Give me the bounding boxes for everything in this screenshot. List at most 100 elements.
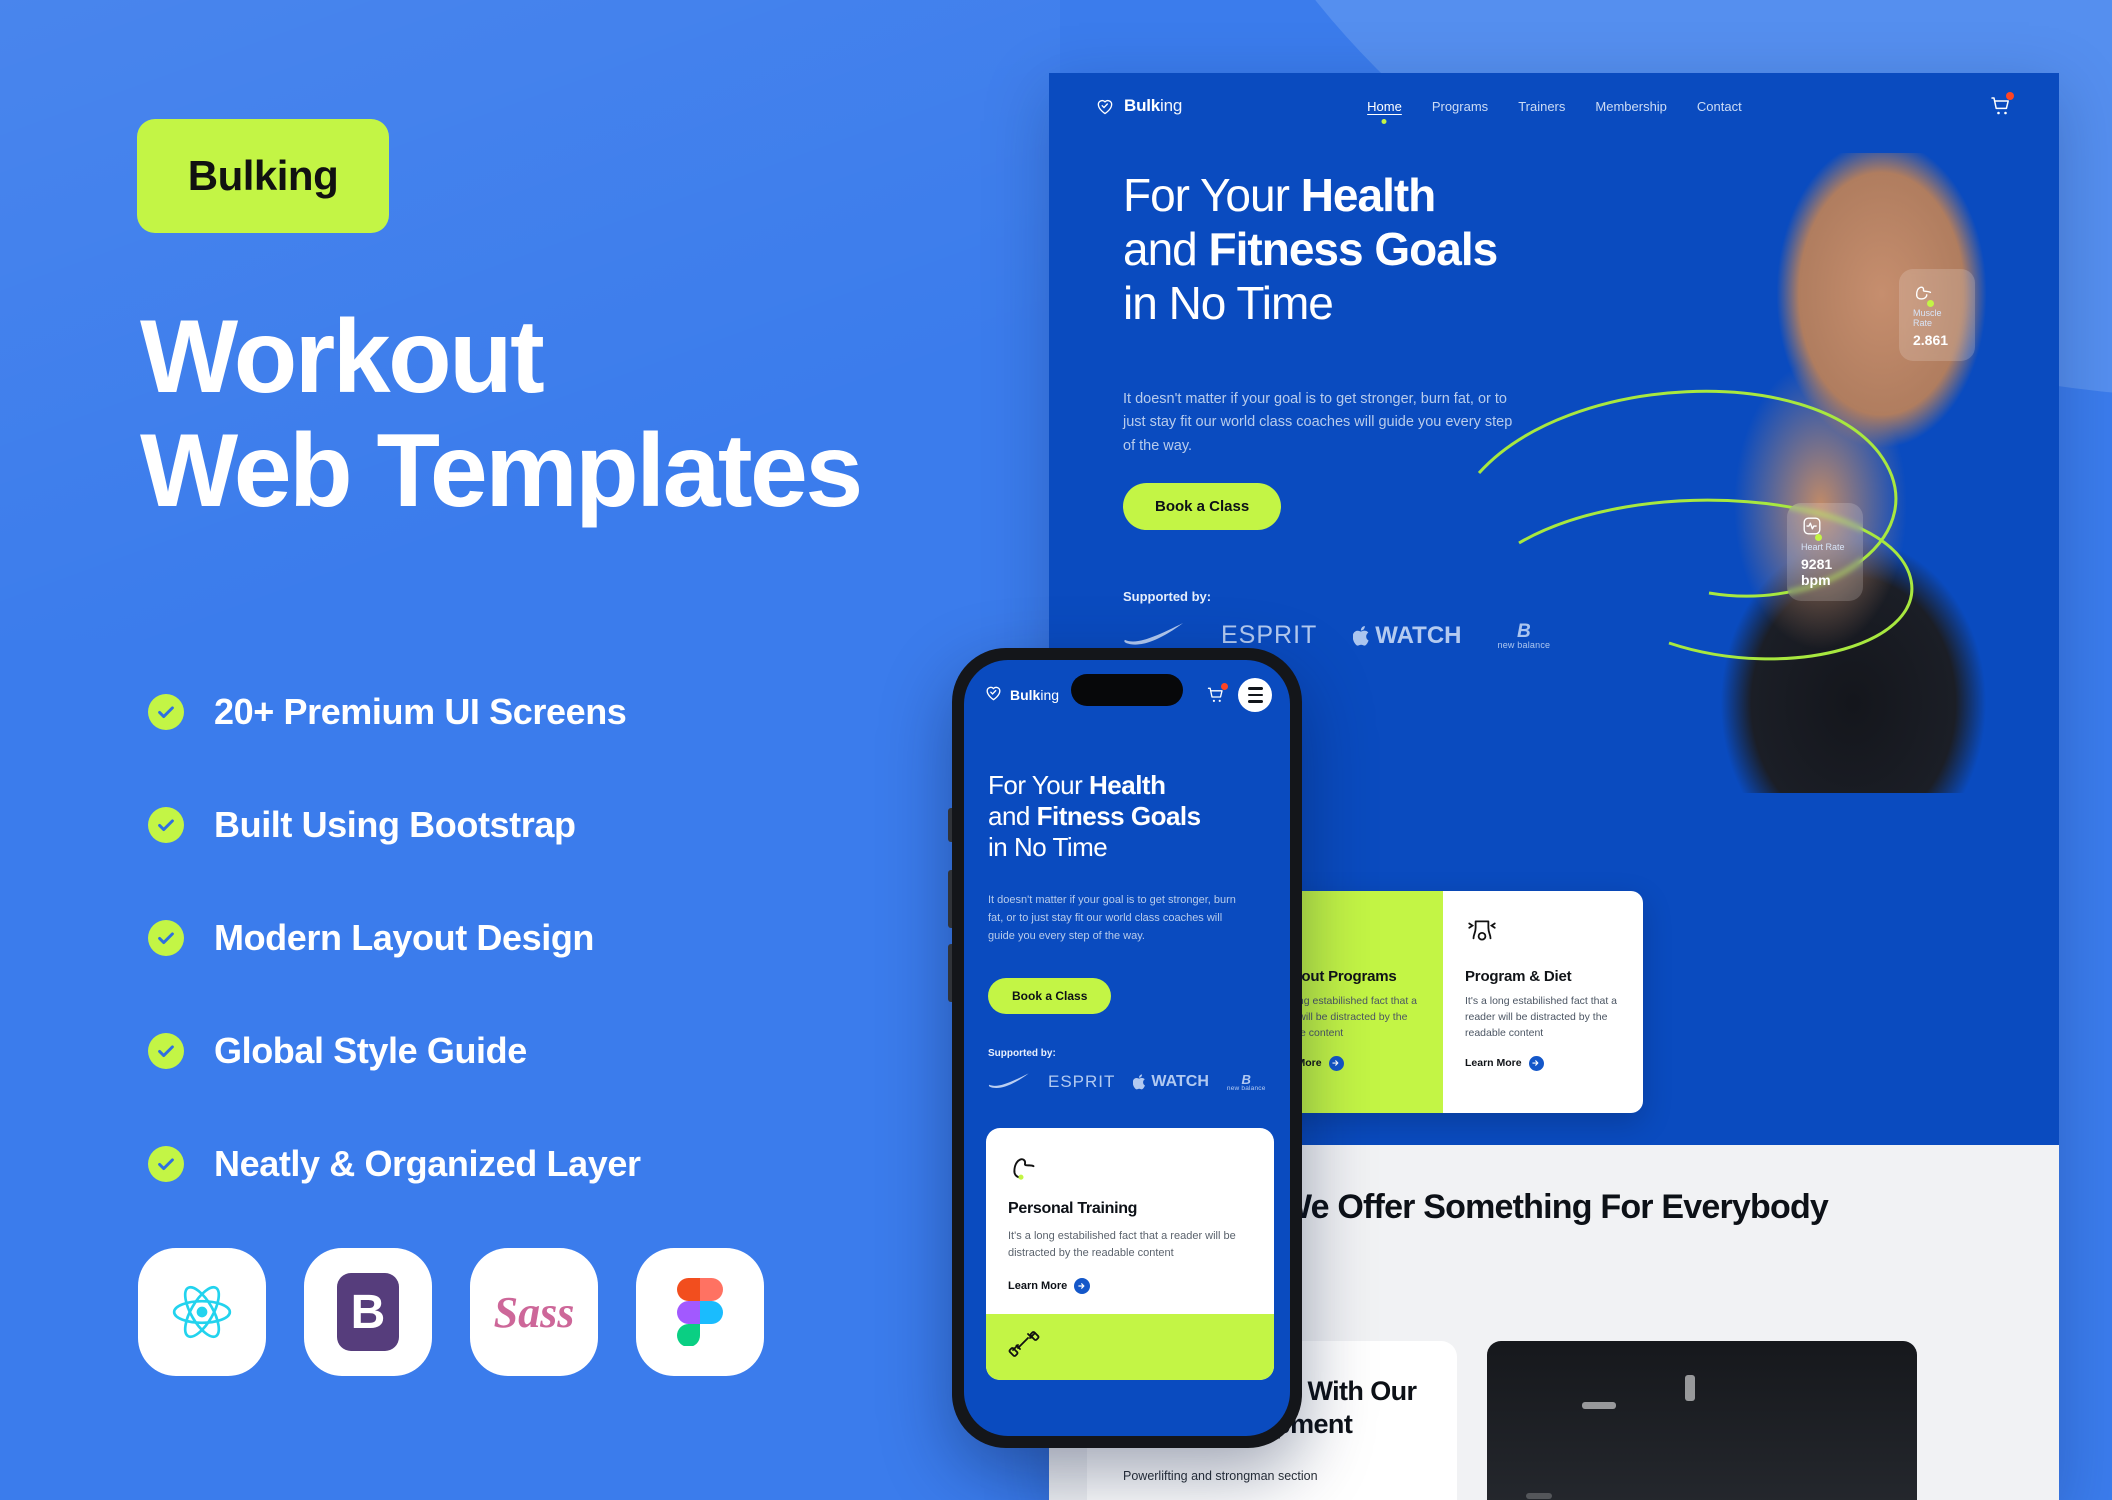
heart-check-icon bbox=[1095, 96, 1115, 116]
tech-stack-row: B Sass bbox=[138, 1248, 764, 1376]
nav-menu: Home Programs Trainers Membership Contac… bbox=[1367, 99, 1742, 114]
check-circle-icon bbox=[148, 693, 184, 730]
phone-volume-down-button[interactable] bbox=[948, 944, 952, 1002]
supported-by-label: Supported by: bbox=[988, 1048, 1056, 1059]
status-dot bbox=[1815, 534, 1822, 541]
book-a-class-button[interactable]: Book a Class bbox=[1123, 483, 1282, 530]
offer-bullet-list: Powerlifting and strongman section Dumbb… bbox=[1123, 1469, 1421, 1500]
cart-badge bbox=[2006, 92, 2014, 100]
feature-card-group: Workout Programs It's a long estabilishe… bbox=[1243, 891, 1643, 1113]
check-circle-icon bbox=[148, 1032, 184, 1069]
phone-hero-subtitle: It doesn't matter if your goal is to get… bbox=[988, 894, 1236, 942]
bootstrap-icon: B bbox=[337, 1273, 399, 1351]
athlete-photo bbox=[1609, 153, 2059, 793]
phone-volume-up-button[interactable] bbox=[948, 870, 952, 928]
check-circle-icon bbox=[148, 919, 184, 956]
learn-more-link[interactable]: Learn More bbox=[1465, 1055, 1621, 1071]
tech-badge-react bbox=[138, 1248, 266, 1376]
stat-card-heart-rate: Heart Rate 9281 bpm bbox=[1787, 503, 1863, 601]
arrow-right-icon bbox=[1328, 1055, 1344, 1071]
feature-label: Built Using Bootstrap bbox=[214, 803, 576, 845]
card-title: Program & Diet bbox=[1465, 968, 1572, 985]
logo-text-bold: Bulk bbox=[1124, 96, 1161, 115]
hero-line1-bold: Health bbox=[1089, 770, 1166, 800]
feature-list: 20+ Premium UI Screens Built Using Boots… bbox=[148, 655, 948, 1220]
hero-line2-light: and bbox=[988, 801, 1037, 832]
check-circle-icon bbox=[148, 806, 184, 843]
learn-more-link[interactable]: Learn More bbox=[1008, 1278, 1252, 1295]
stat-card-muscle-rate: Muscle Rate 2.861 bbox=[1899, 269, 1975, 361]
feature-label: Neatly & Organized Layer bbox=[214, 1142, 641, 1184]
shopping-cart-icon[interactable] bbox=[1206, 683, 1228, 705]
nav-item-programs[interactable]: Programs bbox=[1432, 99, 1488, 114]
apple-watch-wordmark: WATCH bbox=[1133, 1073, 1209, 1091]
card-body: It's a long estabilished fact that a rea… bbox=[1008, 1230, 1236, 1260]
tech-badge-figma bbox=[636, 1248, 764, 1376]
logo-text-bold: Bulk bbox=[1010, 687, 1041, 703]
list-item: Powerlifting and strongman section bbox=[1123, 1468, 1318, 1483]
brand-badge: Bulking bbox=[137, 119, 389, 233]
phone-hero-headline: For Your Health and Fitness Goals in No … bbox=[988, 770, 1258, 864]
arrow-right-icon bbox=[1528, 1055, 1544, 1071]
watch-text: WATCH bbox=[1151, 1073, 1209, 1091]
phone-screen: Bulking For Your Health and Fitness Goal bbox=[964, 660, 1290, 1436]
list-item: Neatly & Organized Layer bbox=[148, 1107, 948, 1220]
new-balance-text: new balance bbox=[1497, 639, 1551, 650]
phone-card-green-strip bbox=[986, 1314, 1274, 1381]
stat-value: 2.861 bbox=[1913, 332, 1949, 348]
cart-badge bbox=[1221, 683, 1228, 690]
nav-item-contact[interactable]: Contact bbox=[1697, 99, 1742, 114]
card-title: Personal Training bbox=[1008, 1200, 1138, 1217]
page-title: Workout Web Templates bbox=[140, 300, 1020, 529]
hero-line2-light: and bbox=[1123, 222, 1209, 275]
nav-item-home[interactable]: Home bbox=[1367, 99, 1402, 114]
hero-line1-light: For Your bbox=[988, 770, 1090, 800]
logo-text-light: ing bbox=[1160, 96, 1183, 115]
list-item: Modern Layout Design bbox=[148, 881, 948, 994]
tech-badge-bootstrap: B bbox=[304, 1248, 432, 1376]
list-item: Global Style Guide bbox=[148, 994, 948, 1107]
hamburger-menu-icon[interactable] bbox=[1238, 678, 1272, 712]
heart-check-icon bbox=[984, 683, 1003, 707]
supported-by-label: Supported by: bbox=[1123, 589, 1212, 604]
shopping-cart-icon[interactable] bbox=[1989, 92, 2014, 118]
learn-more-label: Learn More bbox=[1465, 1057, 1522, 1070]
check-circle-icon bbox=[148, 1145, 184, 1182]
brand-badge-label: Bulking bbox=[187, 152, 339, 199]
list-item: 20+ Premium UI Screens bbox=[148, 655, 948, 768]
nike-swoosh-icon bbox=[1123, 621, 1185, 649]
esprit-wordmark: ESPRIT bbox=[1221, 621, 1318, 649]
desktop-navbar: Bulking Home Programs Trainers Membershi… bbox=[1049, 73, 2059, 139]
logo-text-light: ing bbox=[1040, 687, 1060, 703]
feature-card-program-diet[interactable]: Program & Diet It's a long estabilished … bbox=[1443, 891, 1643, 1113]
phone-personal-training-card[interactable]: Personal Training It's a long estabilish… bbox=[986, 1128, 1274, 1381]
stat-label: Muscle Rate bbox=[1913, 308, 1942, 328]
phone-nav-actions bbox=[1206, 678, 1272, 712]
hero-line2-bold: Fitness Goals bbox=[1208, 222, 1499, 275]
logo[interactable]: Bulking bbox=[1095, 96, 1182, 116]
brand-logo-row: ESPRIT WATCH B new balance bbox=[988, 1072, 1266, 1093]
bicep-icon bbox=[1913, 286, 1935, 307]
hero-line1-bold: Health bbox=[1300, 169, 1437, 221]
new-balance-icon: B new balance bbox=[1226, 1071, 1266, 1092]
hero-line3-light: in No Time bbox=[988, 832, 1108, 863]
stat-label: Heart Rate bbox=[1801, 542, 1845, 552]
tech-badge-sass: Sass bbox=[470, 1248, 598, 1376]
new-balance-icon: B new balance bbox=[1497, 620, 1551, 650]
figma-icon bbox=[677, 1278, 723, 1346]
phone-navbar: Bulking bbox=[984, 678, 1272, 712]
logo[interactable]: Bulking bbox=[984, 683, 1059, 707]
list-item: Built Using Bootstrap bbox=[148, 768, 948, 881]
hero-line2-bold: Fitness Goals bbox=[1036, 801, 1202, 832]
promo-left-panel: Bulking Workout Web Templates 20+ Premiu… bbox=[0, 0, 1050, 1500]
promo-artboard: Bulking Workout Web Templates 20+ Premiu… bbox=[0, 0, 2112, 1500]
nav-item-membership[interactable]: Membership bbox=[1595, 99, 1667, 114]
feature-label: 20+ Premium UI Screens bbox=[214, 690, 627, 732]
book-a-class-button[interactable]: Book a Class bbox=[988, 978, 1112, 1014]
apple-watch-wordmark: WATCH bbox=[1353, 622, 1462, 650]
phone-silent-switch[interactable] bbox=[948, 808, 952, 842]
nav-item-trainers[interactable]: Trainers bbox=[1518, 99, 1565, 114]
nike-swoosh-icon bbox=[988, 1072, 1030, 1093]
brand-logo-row: ESPRIT WATCH B new balance bbox=[1123, 621, 1550, 650]
headline-line-1: Workout bbox=[140, 299, 545, 415]
